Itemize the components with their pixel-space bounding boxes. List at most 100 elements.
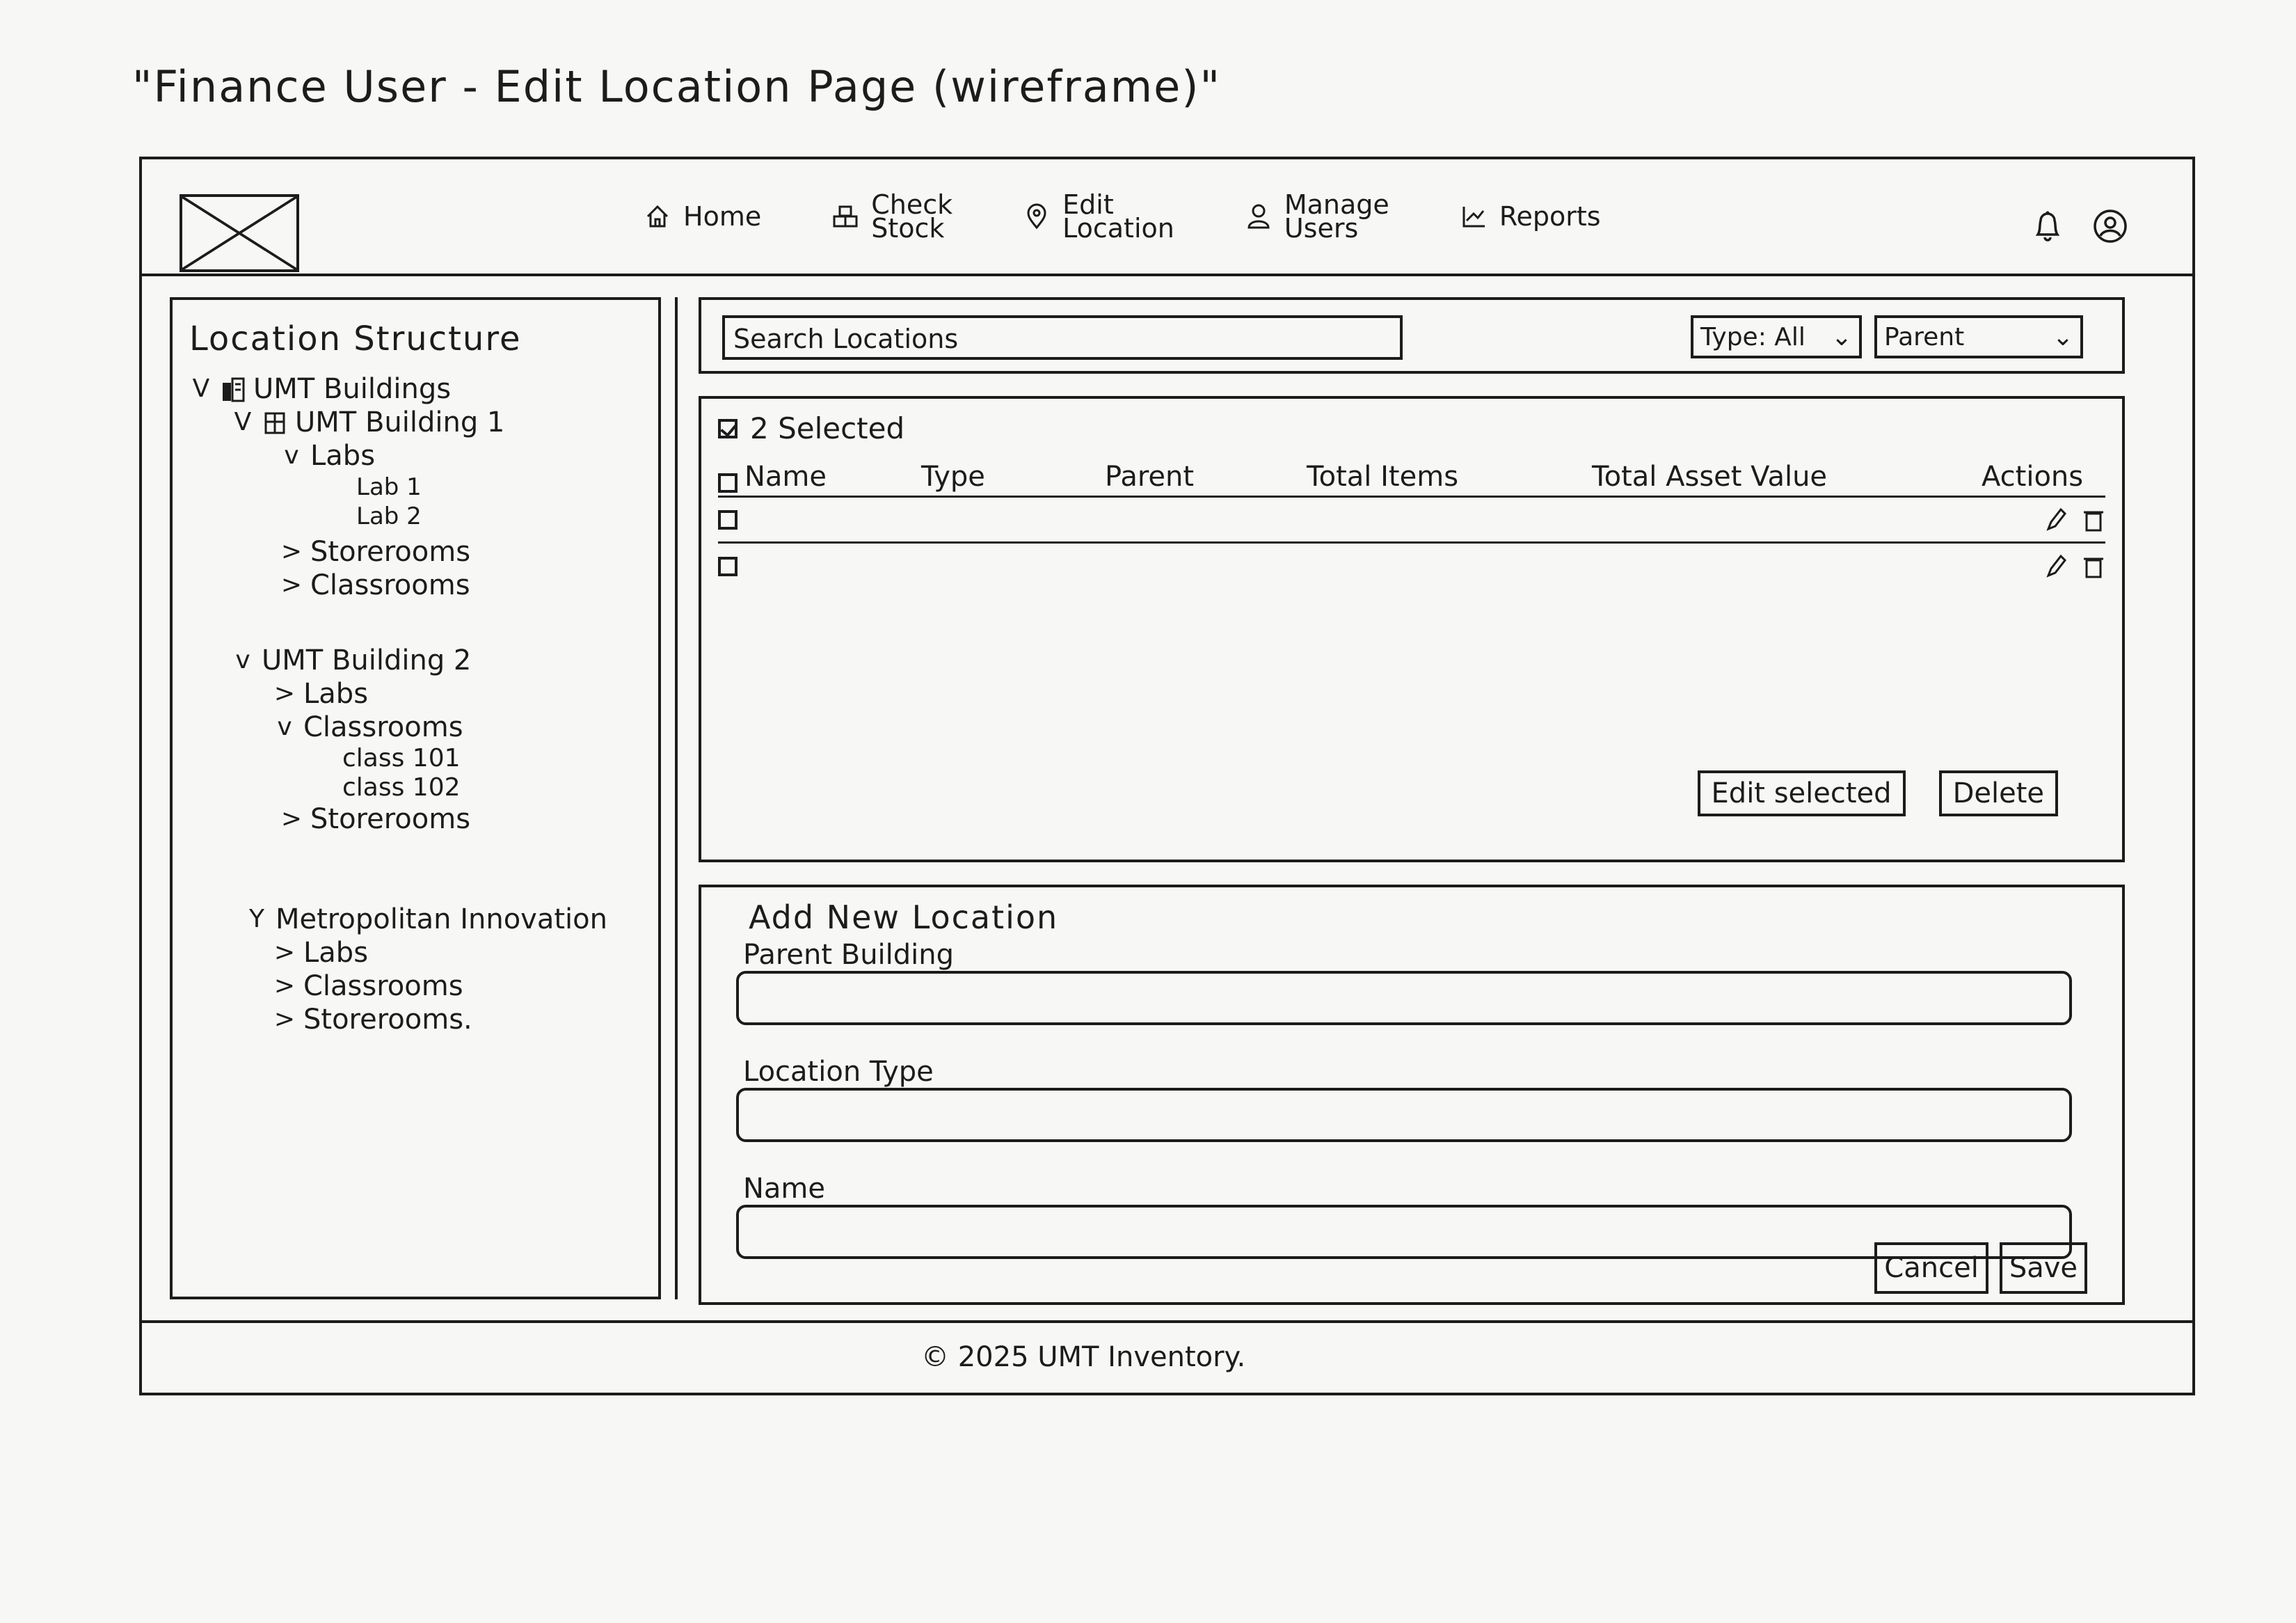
- page-title: "Finance User - Edit Location Page (wire…: [132, 61, 1221, 112]
- tree-leaf[interactable]: Lab 1: [356, 473, 658, 502]
- name-label: Name: [743, 1173, 826, 1205]
- footer: © 2025 UMT Inventory.: [142, 1320, 2192, 1395]
- row-actions: [2043, 553, 2105, 580]
- nav-reports-label: Reports: [1499, 201, 1601, 232]
- expand-caret-icon[interactable]: V: [189, 372, 213, 406]
- name-field[interactable]: [736, 1205, 2072, 1259]
- app-window: Home Check Stock Edit Location Manage Us…: [139, 157, 2195, 1395]
- form-actions: Cancel Save: [1874, 1242, 2087, 1294]
- tree-node-b1-storerooms[interactable]: > Storerooms: [280, 535, 658, 569]
- tree-node-metropolitan-innovation[interactable]: Y Metropolitan Innovation: [245, 903, 658, 936]
- cancel-button[interactable]: Cancel: [1874, 1242, 1988, 1294]
- expand-caret-icon[interactable]: Y: [245, 903, 269, 936]
- tree-node-b3-storerooms[interactable]: > Storerooms.: [273, 1003, 658, 1036]
- tree-label: UMT Building 1: [295, 406, 505, 438]
- search-input[interactable]: Search Locations: [722, 315, 1403, 360]
- expand-caret-icon[interactable]: V: [231, 406, 255, 439]
- type-filter-select[interactable]: Type: All ⌄: [1691, 315, 1862, 358]
- expand-caret-icon[interactable]: >: [280, 535, 303, 569]
- bulk-select-checkbox[interactable]: [718, 418, 738, 438]
- tree-label: Labs: [310, 440, 376, 472]
- parent-building-field[interactable]: [736, 971, 2072, 1025]
- tree-node-b1-classrooms[interactable]: > Classrooms: [280, 569, 658, 602]
- top-header: Home Check Stock Edit Location Manage Us…: [142, 159, 2192, 276]
- save-button[interactable]: Save: [1999, 1242, 2087, 1294]
- bell-icon[interactable]: [2028, 207, 2067, 246]
- chevron-down-icon: ⌄: [1831, 322, 1852, 351]
- expand-caret-icon[interactable]: >: [273, 936, 296, 969]
- selection-summary: 2 Selected: [718, 411, 2105, 445]
- boxes-icon: [831, 202, 860, 231]
- select-all-checkbox[interactable]: [718, 473, 738, 493]
- add-location-form: Add New Location Parent Building Locatio…: [699, 885, 2125, 1305]
- chart-icon: [1459, 202, 1488, 231]
- sidebar-title: Location Structure: [189, 319, 522, 358]
- tree-node-umt-building-2[interactable]: v UMT Building 2: [231, 644, 658, 677]
- tree-label: UMT Buildings: [253, 373, 452, 405]
- tree-label: Classrooms: [310, 569, 470, 601]
- nav-home[interactable]: Home: [643, 202, 761, 231]
- expand-caret-icon[interactable]: v: [231, 644, 255, 677]
- tree-node-umt-buildings[interactable]: V UMT Buildings: [189, 372, 658, 406]
- parent-building-label: Parent Building: [743, 939, 955, 971]
- expand-caret-icon[interactable]: >: [280, 802, 303, 836]
- tree-label: Classrooms: [303, 711, 463, 743]
- tree-node-b2-storerooms[interactable]: > Storerooms: [280, 802, 658, 836]
- type-filter-value: Type: All: [1700, 322, 1805, 351]
- tree-node-b3-labs[interactable]: > Labs: [273, 936, 658, 969]
- nav-edit-location[interactable]: Edit Location: [1022, 191, 1174, 244]
- expand-caret-icon[interactable]: v: [273, 711, 296, 744]
- expand-caret-icon[interactable]: >: [273, 969, 296, 1003]
- col-total-asset-value[interactable]: Total Asset Value: [1592, 461, 1982, 493]
- tree-node-b3-classrooms[interactable]: > Classrooms: [273, 969, 658, 1003]
- tree-node-umt-building-1[interactable]: V UMT Building 1: [231, 406, 658, 439]
- row-checkbox[interactable]: [718, 509, 738, 530]
- logo-placeholder[interactable]: [180, 194, 299, 272]
- tree-label: UMT Building 2: [262, 644, 472, 676]
- tree-node-b2-classrooms[interactable]: v Classrooms: [273, 711, 658, 744]
- col-actions: Actions: [1982, 461, 2084, 493]
- edit-pencil-icon[interactable]: [2043, 553, 2066, 580]
- location-type-field[interactable]: [736, 1088, 2072, 1142]
- nav-reports[interactable]: Reports: [1459, 202, 1601, 231]
- image-placeholder-icon: [182, 197, 296, 269]
- expand-caret-icon[interactable]: v: [280, 439, 303, 473]
- main-nav: Home Check Stock Edit Location Manage Us…: [643, 191, 1601, 244]
- tree-label: Metropolitan Innovation: [276, 903, 607, 935]
- profile-icon[interactable]: [2091, 207, 2130, 246]
- tree-leaf[interactable]: Lab 2: [356, 502, 658, 531]
- col-name[interactable]: Name: [744, 461, 921, 493]
- edit-selected-button[interactable]: Edit selected: [1697, 770, 1906, 816]
- copyright-text: © 2025 UMT Inventory.: [921, 1341, 1246, 1373]
- tree-leaf[interactable]: class 101: [342, 744, 658, 773]
- tree-label: Storerooms: [310, 803, 471, 835]
- tree-node-b2-labs[interactable]: > Labs: [273, 677, 658, 711]
- tree-node-b1-labs[interactable]: v Labs: [280, 439, 658, 473]
- expand-caret-icon[interactable]: >: [280, 569, 303, 602]
- locations-table-panel: 2 Selected Name Type Parent Total Items …: [699, 396, 2125, 862]
- tree-label: Classrooms: [303, 970, 463, 1002]
- trash-icon[interactable]: [2082, 553, 2105, 580]
- parent-filter-value: Parent: [1884, 322, 1965, 351]
- col-type[interactable]: Type: [921, 461, 1105, 493]
- building-icon: [223, 377, 245, 402]
- tree-label: Labs: [303, 678, 369, 710]
- expand-caret-icon[interactable]: >: [273, 1003, 296, 1036]
- row-actions: [2043, 507, 2105, 533]
- panel-divider: [675, 297, 678, 1299]
- trash-icon[interactable]: [2082, 507, 2105, 533]
- nav-check-stock[interactable]: Check Stock: [831, 191, 952, 242]
- parent-filter-select[interactable]: Parent ⌄: [1874, 315, 2083, 358]
- col-parent[interactable]: Parent: [1105, 461, 1307, 493]
- delete-button[interactable]: Delete: [1938, 770, 2058, 816]
- nav-manage-users[interactable]: Manage Users: [1244, 191, 1389, 242]
- header-actions: [2028, 207, 2130, 246]
- col-total-items[interactable]: Total Items: [1307, 461, 1592, 493]
- nav-edit-location-line2: Location: [1062, 213, 1174, 244]
- expand-caret-icon[interactable]: >: [273, 677, 296, 711]
- table-row: [718, 498, 2105, 544]
- edit-pencil-icon[interactable]: [2043, 507, 2066, 533]
- row-checkbox[interactable]: [718, 557, 738, 576]
- tree-label: Storerooms: [310, 536, 471, 568]
- tree-leaf[interactable]: class 102: [342, 773, 658, 802]
